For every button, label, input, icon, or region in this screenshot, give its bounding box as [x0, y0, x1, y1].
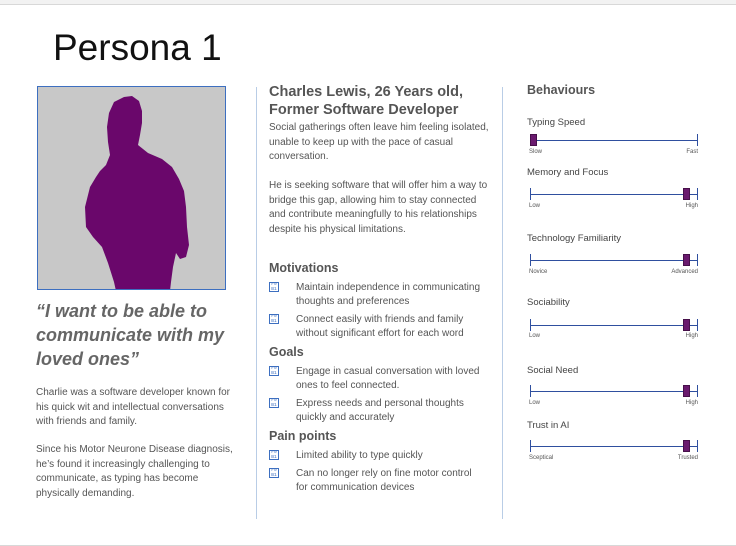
- bullet-icon: F0 B1: [269, 366, 279, 376]
- slider-max-label: High: [685, 400, 698, 406]
- bullet-icon: F0 B1: [269, 450, 279, 460]
- slider-thumb: [682, 440, 690, 452]
- slider-thumb: [682, 254, 690, 266]
- slider-max-label: Advanced: [671, 269, 698, 275]
- bullet-icon: F0 B1: [269, 282, 279, 292]
- list-item-text: Engage in casual conversation with loved…: [296, 366, 480, 391]
- slider-tick-max: [697, 319, 698, 331]
- behaviours-heading: Behaviours: [527, 83, 596, 97]
- column-divider: [256, 87, 257, 519]
- list-item-text: Limited ability to type quickly: [296, 450, 423, 461]
- bio-paragraph-1: Charlie was a software developer known f…: [36, 387, 230, 427]
- slider-thumb: [530, 134, 537, 146]
- slider-min-label: Low: [529, 203, 541, 209]
- slider-max-label: High: [685, 333, 698, 339]
- slider-tick-min: [530, 385, 531, 397]
- slider-label: Sociability: [527, 297, 570, 308]
- persona-slide: Persona 1 “I want to be able to communic…: [0, 4, 736, 546]
- slider-max-label: Trusted: [677, 455, 698, 461]
- motivations-heading: Motivations: [269, 261, 339, 275]
- slider-tick-max: [697, 254, 698, 266]
- silhouette-image: [85, 96, 189, 289]
- profile-paragraph-2: He is seeking software that will offer h…: [269, 180, 488, 235]
- profile-paragraph-1: Social gatherings often leave him feelin…: [269, 122, 489, 162]
- slider-tick-min: [530, 254, 531, 266]
- page-title: Persona 1: [53, 27, 222, 68]
- list-item-text: Connect easily with friends and family w…: [296, 314, 464, 339]
- bio-paragraph-2: Since his Motor Neurone Disease diagnosi…: [36, 444, 233, 499]
- slider-min-label: Low: [529, 400, 541, 406]
- slider-label: Social Need: [527, 365, 579, 376]
- slider-tick-min: [530, 319, 531, 331]
- column-divider: [502, 87, 503, 519]
- slider-min-label: Sceptical: [529, 455, 554, 461]
- slider-track: [530, 260, 698, 261]
- slider-label: Memory and Focus: [527, 167, 609, 178]
- list-item-text: Can no longer rely on fine motor control…: [296, 468, 472, 493]
- persona-name: Charles Lewis, 26 Years old, Former Soft…: [269, 84, 463, 118]
- slider-tick-min: [530, 188, 531, 200]
- slider-min-label: Low: [529, 333, 541, 339]
- slider-track: [530, 194, 698, 195]
- slider-label: Typing Speed: [527, 117, 586, 128]
- pain-points-heading: Pain points: [269, 429, 337, 443]
- bullet-icon: F0 B1: [269, 314, 279, 324]
- slider-track: [530, 140, 698, 141]
- slider-label: Trust in AI: [527, 420, 570, 431]
- slider-tick-max: [697, 440, 698, 452]
- slider-track: [530, 391, 698, 392]
- slider-track: [530, 325, 698, 326]
- slider-max-label: Fast: [686, 149, 698, 155]
- list-item-text: Maintain independence in communicating t…: [296, 282, 481, 307]
- slider-thumb: [682, 188, 690, 200]
- persona-quote: “I want to be able to communicate with m…: [36, 301, 225, 369]
- slider-tick-max: [697, 188, 698, 200]
- goals-heading: Goals: [269, 345, 304, 359]
- bullet-icon: F0 B1: [269, 468, 279, 478]
- slider-tick-min: [530, 440, 531, 452]
- slider-min-label: Slow: [529, 149, 543, 155]
- bullet-icon: F0 B1: [269, 398, 279, 408]
- slider-min-label: Novice: [529, 269, 548, 275]
- slider-label: Technology Familiarity: [527, 233, 621, 244]
- slider-tick-max: [697, 134, 698, 146]
- slider-thumb: [682, 385, 690, 397]
- persona-photo: [37, 86, 226, 290]
- slider-tick-max: [697, 385, 698, 397]
- slider-track: [530, 446, 698, 447]
- slider-max-label: High: [685, 203, 698, 209]
- list-item-text: Express needs and personal thoughts quic…: [296, 398, 464, 423]
- slider-thumb: [682, 319, 690, 331]
